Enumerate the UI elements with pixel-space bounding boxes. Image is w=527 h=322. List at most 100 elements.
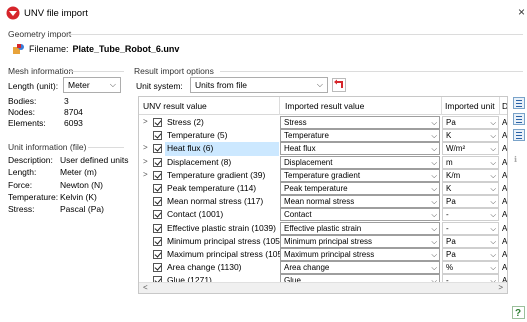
unit-info-value: Pascal (Pa) (60, 204, 104, 214)
table-header: UNV result value Imported result value I… (139, 97, 507, 115)
imported-unit-select[interactable]: - ⌵ (442, 221, 499, 235)
chevron-down-icon: ⌵ (431, 223, 437, 233)
imported-unit-select[interactable]: K ⌵ (442, 182, 499, 195)
table-row[interactable]: Minimum principal stress (1052) Minimum p… (139, 234, 507, 249)
scroll-left-icon[interactable]: < (143, 283, 148, 292)
column-divider (441, 97, 442, 115)
filename-value: Plate_Tube_Robot_6.unv (72, 44, 180, 54)
length-unit-select[interactable]: Meter ⌵ (63, 77, 121, 93)
imported-result-select[interactable]: Contact ⌵ (280, 208, 440, 222)
column-header-extra[interactable]: D (502, 101, 507, 111)
row-checkbox[interactable] (153, 184, 162, 193)
imported-unit-value: Pa (446, 250, 456, 259)
title-bar: UNV file import × (0, 0, 527, 26)
row-checkbox[interactable] (153, 157, 162, 167)
row-checkbox[interactable] (153, 170, 162, 180)
table-row[interactable]: Temperature (5) Temperature ⌵ K ⌵ A (139, 129, 507, 143)
imported-unit-value: % (446, 263, 454, 273)
imported-unit-select[interactable]: Pa ⌵ (442, 116, 499, 129)
chevron-down-icon: ⌵ (490, 157, 496, 167)
imported-result-select[interactable]: Mean normal stress ⌵ (280, 195, 440, 209)
imported-result-value: Area change (284, 263, 330, 273)
unv-result-name: Stress (2) (167, 117, 204, 127)
table-row[interactable]: Mean normal stress (117) Mean normal stre… (139, 195, 507, 209)
imported-unit-value: Pa (446, 118, 456, 127)
table-row[interactable]: Area change (1130) Area change ⌵% ⌵ A (139, 261, 508, 275)
elements-label: Elements: (8, 118, 46, 128)
imported-unit-select[interactable]: m ⌵ (442, 155, 499, 169)
unv-result-name: Mean normal stress (117) (167, 196, 264, 207)
row-checkbox[interactable] (153, 250, 162, 259)
table-row[interactable]: > Stress (2) Stress ⌵ Pa ⌵ A (139, 116, 507, 130)
table-row[interactable]: > Displacement (8) Displacement ⌵ m ⌵ A (139, 155, 507, 170)
imported-unit-select[interactable]: Pa ⌵ (442, 234, 499, 248)
column-options-icon[interactable] (513, 113, 525, 125)
imported-unit-select[interactable]: K/m ⌵ (442, 168, 499, 182)
imported-unit-select[interactable]: - ⌵ (442, 208, 499, 222)
row-checkbox[interactable] (153, 236, 162, 246)
imported-result-select[interactable]: Displacement ⌵ (280, 155, 440, 169)
imported-result-value: Minimum principal stress (284, 236, 373, 246)
unit-system-select[interactable]: Units from file ⌵ (190, 77, 328, 93)
imported-unit-select[interactable]: Pa ⌵ (442, 195, 499, 209)
table-row[interactable]: > Heat flux (6) Heat flux ⌵ W/m² ⌵ A (139, 142, 507, 156)
row-checkbox[interactable] (153, 144, 162, 154)
horizontal-scrollbar[interactable]: < > (139, 282, 507, 293)
imported-result-select[interactable]: Heat flux ⌵ (280, 142, 440, 156)
imported-unit-value: K/m (446, 170, 461, 180)
column-options-icon[interactable] (513, 129, 525, 141)
unit-info-value: Meter (m) (60, 167, 97, 177)
chevron-down-icon: ⌵ (490, 197, 496, 207)
row-checkbox[interactable] (153, 118, 162, 127)
imported-result-select[interactable]: Maximum principal stress ⌵ (280, 248, 440, 261)
column-header-unit[interactable]: Imported unit (445, 101, 495, 111)
expand-chevron-icon[interactable]: > (143, 170, 148, 179)
unv-result-name: Maximum principal stress (1053) (167, 249, 290, 259)
table-row[interactable]: Maximum principal stress (1053) Maximum p… (139, 248, 507, 262)
bodies-label: Bodies: (8, 96, 37, 106)
chevron-down-icon: ⌵ (431, 131, 437, 141)
imported-unit-value: m (446, 157, 453, 167)
reset-icon[interactable] (332, 78, 346, 92)
table-row[interactable]: > Temperature gradient (39) Temperature gr… (139, 168, 507, 183)
imported-result-value: Temperature gradient (284, 170, 361, 180)
table-row[interactable]: Effective plastic strain (1039) Effective… (139, 221, 507, 236)
column-header-imported[interactable]: Imported result value (285, 101, 364, 111)
help-icon[interactable]: ? (512, 306, 525, 319)
close-button[interactable]: × (518, 5, 525, 19)
table-row[interactable]: Peak temperature (114) Peak temperature ⌵ K… (139, 182, 507, 196)
imported-result-value: Temperature (284, 131, 329, 141)
row-checkbox[interactable] (153, 131, 162, 141)
imported-result-select[interactable]: Stress ⌵ (280, 116, 440, 129)
imported-unit-select[interactable]: % ⌵ (442, 261, 499, 275)
chevron-down-icon: ⌵ (490, 144, 496, 154)
chevron-down-icon: ⌵ (431, 144, 437, 154)
column-options-icon[interactable] (513, 97, 525, 109)
imported-result-select[interactable]: Temperature ⌵ (280, 129, 440, 143)
imported-unit-value: - (446, 223, 449, 233)
imported-result-select[interactable]: Peak temperature ⌵ (280, 182, 440, 195)
row-checkbox[interactable] (153, 263, 162, 273)
expand-chevron-icon[interactable]: > (143, 143, 148, 152)
chevron-down-icon: ⌵ (431, 157, 437, 167)
imported-unit-select[interactable]: W/m² ⌵ (442, 142, 499, 156)
chevron-down-icon: ⌵ (490, 263, 496, 273)
column-header-unv[interactable]: UNV result value (143, 101, 207, 111)
imported-result-select[interactable]: Temperature gradient ⌵ (280, 168, 440, 182)
scroll-right-icon[interactable]: > (498, 283, 503, 292)
extra-column-value: A (502, 263, 508, 273)
row-checkbox[interactable] (153, 197, 162, 207)
unit-info-label: Force: (8, 180, 33, 190)
imported-result-select[interactable]: Minimum principal stress ⌵ (280, 234, 440, 248)
row-checkbox[interactable] (153, 223, 162, 233)
imported-unit-select[interactable]: K ⌵ (442, 129, 499, 143)
imported-result-select[interactable]: Effective plastic strain ⌵ (280, 221, 440, 235)
elements-value: 6093 (64, 118, 83, 128)
expand-chevron-icon[interactable]: > (143, 157, 148, 166)
expand-chevron-icon[interactable]: > (143, 117, 148, 126)
imported-result-select[interactable]: Area change ⌵ (280, 261, 440, 275)
row-checkbox[interactable] (153, 210, 162, 220)
imported-unit-select[interactable]: Pa ⌵ (442, 248, 499, 261)
chevron-down-icon: ⌵ (490, 184, 496, 193)
table-row[interactable]: Contact (1001) Contact ⌵ - ⌵ A (139, 208, 507, 222)
